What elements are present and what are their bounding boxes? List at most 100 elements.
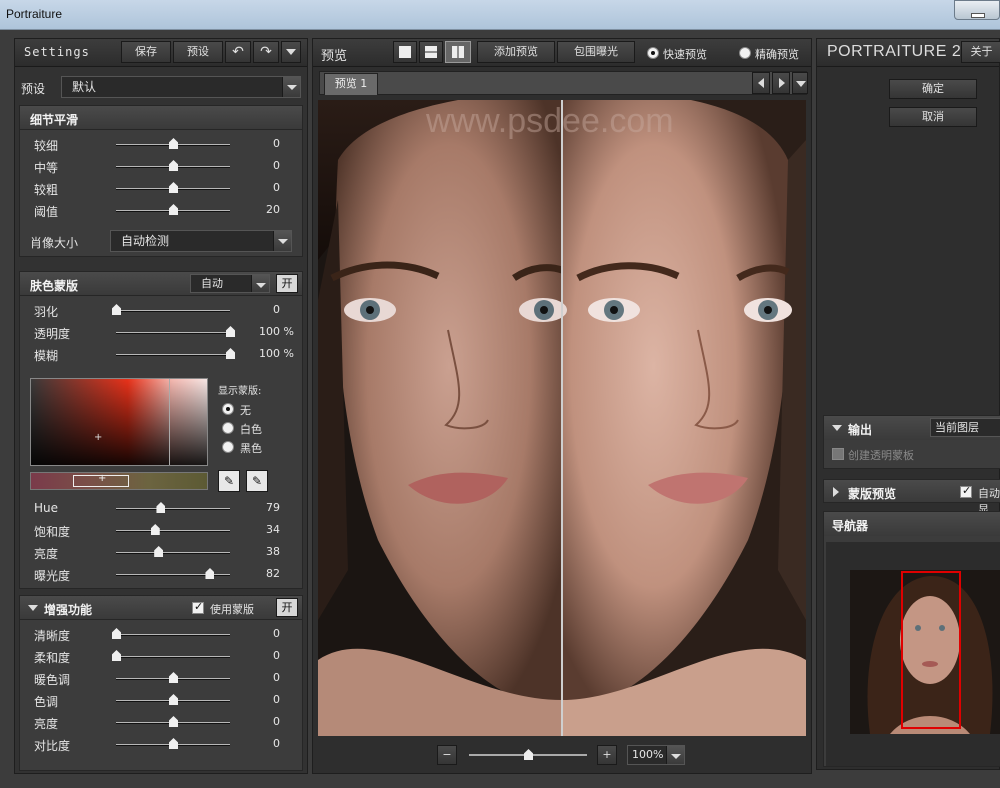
skin-mask-toggle[interactable]: 开: [276, 274, 298, 293]
preview-image[interactable]: www.psdee.com: [318, 100, 806, 736]
color-picker[interactable]: +: [30, 378, 208, 466]
enhancements-title: 增强功能: [44, 603, 93, 617]
slider-thumb[interactable]: [169, 716, 178, 727]
slider-row: 清晰度 0: [30, 626, 294, 644]
ok-button[interactable]: 确定: [889, 79, 977, 99]
slider-label: 中等: [34, 161, 59, 175]
navigator-thumbnail[interactable]: [826, 542, 1000, 766]
settings-menu-button[interactable]: [281, 41, 301, 63]
collapse-triangle-icon[interactable]: [28, 605, 38, 611]
zoom-in-button[interactable]: +: [597, 745, 617, 765]
create-mask-label: 创建透明蒙板: [848, 449, 914, 462]
hue-range-selector[interactable]: +: [73, 473, 129, 487]
single-view-button[interactable]: [393, 41, 417, 63]
preset-label: 预设: [21, 82, 46, 96]
split-vertical-button[interactable]: [445, 41, 471, 63]
eyedropper-button[interactable]: ✎: [218, 470, 240, 492]
preset-button[interactable]: 预设: [173, 41, 223, 63]
slider-track[interactable]: [116, 508, 230, 510]
add-preview-button[interactable]: 添加预览: [477, 41, 555, 63]
slider-thumb[interactable]: [154, 546, 164, 557]
mask-black-radio[interactable]: [222, 441, 234, 453]
skin-mode-value: 自动: [201, 277, 223, 290]
slider-thumb[interactable]: [226, 348, 235, 359]
slider-thumb[interactable]: [169, 738, 178, 749]
range-center-mark: +: [98, 473, 107, 484]
percent-unit: %: [283, 347, 294, 360]
slider-thumb[interactable]: [112, 628, 121, 639]
slider-value: 0: [273, 737, 280, 750]
zoom-out-button[interactable]: −: [437, 745, 457, 765]
preset-dropdown[interactable]: 默认: [61, 76, 301, 98]
slider-label: 曝光度: [34, 569, 71, 583]
slider-thumb[interactable]: [169, 182, 178, 193]
slider-thumb[interactable]: [169, 138, 178, 149]
slider-row: 中等 0: [30, 158, 294, 176]
slider-track[interactable]: [116, 332, 230, 334]
tab-scroll-right-button[interactable]: [772, 72, 790, 94]
slider-thumb[interactable]: [169, 160, 178, 171]
preview-tab-bar: 预览 1: [319, 71, 808, 95]
tab-scroll-left-button[interactable]: [752, 72, 770, 94]
slider-thumb[interactable]: [112, 650, 121, 661]
cancel-button[interactable]: 取消: [889, 107, 977, 127]
slider-row: Hue 79: [30, 500, 294, 518]
slider-thumb[interactable]: [112, 304, 121, 315]
slider-thumb[interactable]: [169, 694, 178, 705]
mask-none-radio[interactable]: [222, 403, 234, 415]
slider-value: 20: [266, 203, 280, 216]
slider-track[interactable]: [116, 310, 230, 312]
auto-show-checkbox[interactable]: [960, 484, 972, 498]
portrait-size-dropdown[interactable]: 自动检测: [110, 230, 292, 252]
slider-thumb[interactable]: [169, 672, 178, 683]
fast-preview-label: 快速预览: [663, 48, 707, 61]
slider-track[interactable]: [116, 552, 230, 554]
slider-row: 暖色调 0: [30, 670, 294, 688]
tab-preview-1[interactable]: 预览 1: [324, 73, 378, 95]
mask-none-label: 无: [240, 404, 251, 417]
output-dropdown[interactable]: 当前图层: [930, 418, 1000, 437]
arrow-right-icon: [779, 78, 785, 88]
zoom-slider[interactable]: [469, 749, 587, 760]
slider-thumb[interactable]: [226, 326, 235, 337]
skin-mask-title: 肤色蒙版: [30, 279, 79, 293]
enhance-toggle[interactable]: 开: [276, 598, 298, 617]
save-button[interactable]: 保存: [121, 41, 171, 63]
slider-label: Hue: [34, 501, 59, 515]
use-mask-checkbox[interactable]: [192, 600, 204, 614]
minimize-button[interactable]: [954, 0, 1000, 20]
slider-track[interactable]: [116, 634, 230, 636]
hue-range-bar[interactable]: +: [30, 472, 208, 490]
clip-exposure-button[interactable]: 包围曝光: [557, 41, 635, 63]
slider-track[interactable]: [116, 530, 230, 532]
slider-thumb[interactable]: [150, 524, 160, 535]
slider-thumb[interactable]: [169, 204, 178, 215]
slider-track[interactable]: [116, 656, 230, 658]
split-horizontal-button[interactable]: [419, 41, 443, 63]
output-value: 当前图层: [935, 421, 979, 434]
fast-preview-radio[interactable]: [647, 47, 659, 59]
undo-button[interactable]: ↶: [225, 41, 251, 63]
mask-white-radio[interactable]: [222, 422, 234, 434]
zoom-dropdown[interactable]: 100%: [627, 745, 685, 765]
detail-smoothing-section: 细节平滑 较细 0 中等 0 较粗 0 阈值 20 肖像大小 自动检测: [19, 105, 303, 257]
slider-track[interactable]: [116, 354, 230, 356]
tab-menu-button[interactable]: [792, 72, 808, 94]
slider-label: 较细: [34, 139, 59, 153]
slider-thumb[interactable]: [156, 502, 166, 513]
slider-row: 对比度 0: [30, 736, 294, 754]
collapse-triangle-icon[interactable]: [832, 425, 842, 431]
expand-triangle-icon[interactable]: [833, 487, 839, 497]
slider-row: 透明度 100%: [30, 324, 294, 342]
accurate-preview-radio[interactable]: [739, 47, 751, 59]
about-button[interactable]: 关于: [961, 41, 1000, 63]
skin-mode-dropdown[interactable]: 自动: [190, 274, 270, 293]
create-mask-checkbox[interactable]: [832, 448, 844, 460]
slider-row: 阈值 20: [30, 202, 294, 220]
zoom-slider-thumb[interactable]: [524, 749, 533, 760]
watermark: www.psdee.com: [426, 102, 674, 140]
redo-button[interactable]: ↷: [253, 41, 279, 63]
eyedropper-plus-button[interactable]: ✎: [246, 470, 268, 492]
picker-divider: [169, 379, 170, 465]
slider-thumb[interactable]: [205, 568, 215, 579]
